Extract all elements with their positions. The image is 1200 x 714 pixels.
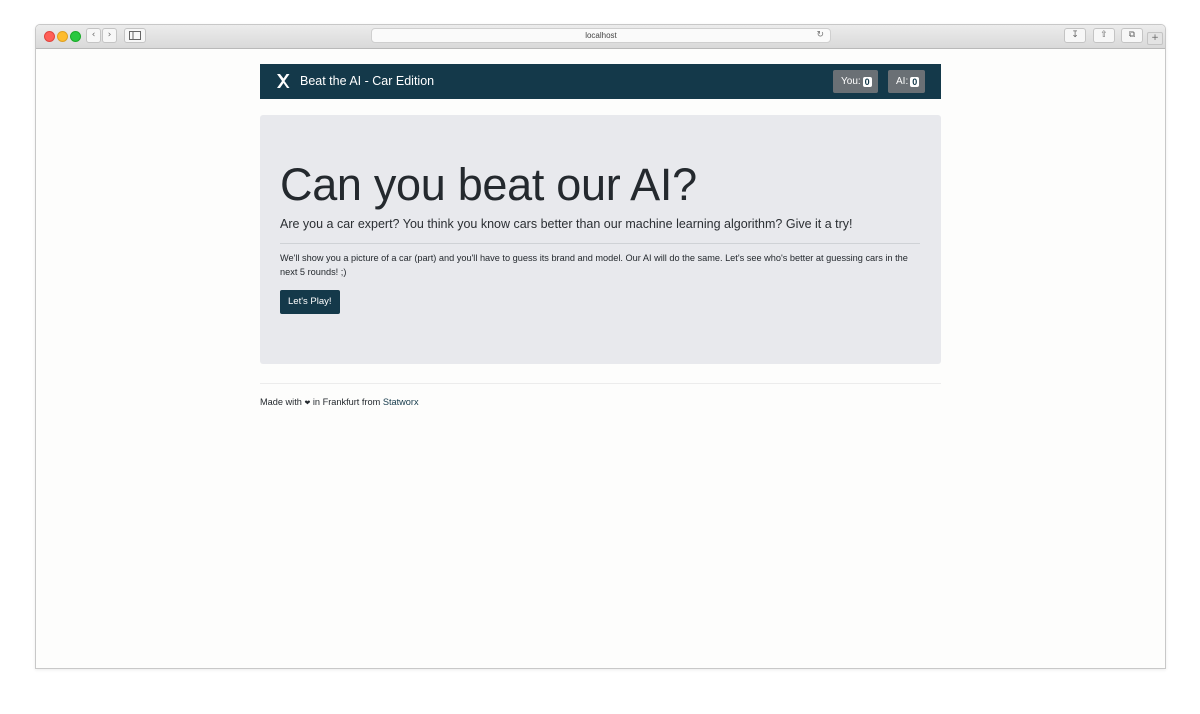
- browser-window: ‹ › localhost ↻ ↧ ⇧ ⧉ + Beat the AI - Ca…: [35, 24, 1166, 669]
- footer-text-before: Made with: [260, 397, 302, 407]
- tabs-overview-button[interactable]: ⧉: [1121, 28, 1143, 43]
- minimize-window-button[interactable]: [57, 31, 68, 42]
- address-bar[interactable]: localhost ↻: [371, 28, 831, 43]
- footer-divider: [260, 383, 941, 384]
- new-tab-button[interactable]: +: [1147, 32, 1163, 45]
- browser-titlebar: ‹ › localhost ↻ ↧ ⇧ ⧉ +: [36, 25, 1165, 49]
- close-window-button[interactable]: [44, 31, 55, 42]
- hero-lead: Are you a car expert? You think you know…: [280, 217, 853, 231]
- heart-icon: ❤: [304, 399, 311, 407]
- forward-button[interactable]: ›: [102, 28, 117, 43]
- chevron-right-icon: ›: [107, 30, 112, 40]
- you-score-badge: 0: [862, 76, 872, 87]
- tabs-icon: ⧉: [1128, 30, 1136, 40]
- plus-icon: +: [1151, 33, 1159, 43]
- url-text: localhost: [585, 31, 617, 40]
- footer-text-middle: in Frankfurt from: [312, 397, 381, 407]
- share-icon: ⇧: [1100, 30, 1108, 40]
- maximize-window-button[interactable]: [70, 31, 81, 42]
- share-button[interactable]: ⇧: [1093, 28, 1115, 43]
- statworx-link[interactable]: Statworx: [383, 397, 419, 407]
- reload-icon[interactable]: ↻: [816, 29, 824, 42]
- footer: Made with ❤ in Frankfurt from Statworx: [260, 397, 419, 407]
- hero-jumbotron: Can you beat our AI? Are you a car exper…: [260, 115, 941, 364]
- sidebar-icon: [129, 31, 141, 40]
- ai-score-badge: 0: [910, 76, 920, 87]
- downloads-button[interactable]: ↧: [1064, 28, 1086, 43]
- statworx-logo-icon[interactable]: [276, 72, 290, 90]
- page-content: Beat the AI - Car Edition You: 0 AI: 0 C…: [36, 49, 1165, 668]
- sidebar-toggle-button[interactable]: [124, 28, 146, 43]
- ai-score-button[interactable]: AI: 0: [888, 70, 926, 93]
- navbar: Beat the AI - Car Edition You: 0 AI: 0: [260, 64, 941, 99]
- chevron-left-icon: ‹: [91, 30, 96, 40]
- hero-divider: [280, 243, 920, 244]
- ai-score-label: AI:: [896, 76, 909, 87]
- hero-title: Can you beat our AI?: [280, 159, 697, 210]
- lets-play-button[interactable]: Let's Play!: [280, 290, 340, 314]
- navbar-brand[interactable]: Beat the AI - Car Edition: [300, 74, 434, 88]
- you-score-label: You:: [841, 76, 861, 87]
- you-score-button[interactable]: You: 0: [833, 70, 878, 93]
- download-icon: ↧: [1071, 30, 1079, 40]
- hero-description: We'll show you a picture of a car (part)…: [280, 253, 908, 277]
- back-button[interactable]: ‹: [86, 28, 101, 43]
